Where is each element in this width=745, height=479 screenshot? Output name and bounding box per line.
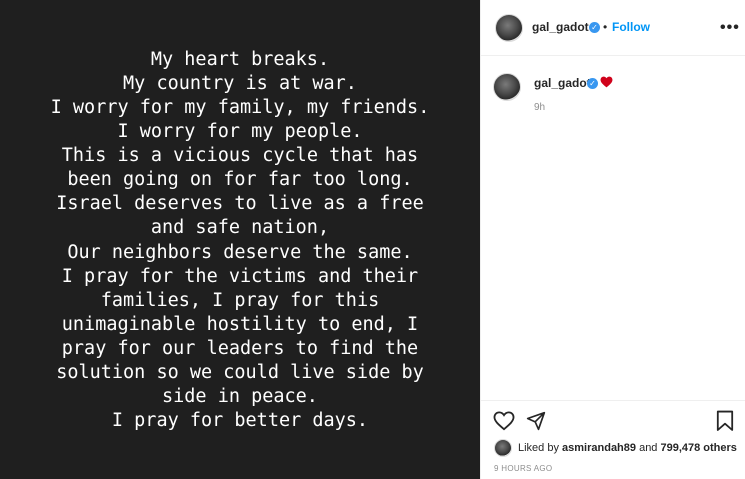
post-text-line: My country is at war. (123, 72, 357, 94)
liked-middle: and (636, 442, 661, 454)
like-icon[interactable] (493, 411, 515, 431)
post-image: My heart breaks. My country is at war. I w… (0, 0, 480, 479)
follow-button[interactable]: Follow (612, 20, 650, 34)
more-icon[interactable]: ••• (720, 19, 740, 37)
caption-username[interactable]: gal_gadot (534, 76, 591, 90)
red-heart-icon (600, 76, 613, 88)
post-text-line: This is a vicious cycle that has (61, 145, 419, 167)
header-separator: • (603, 20, 608, 34)
post-text-line: pray for our leaders to find the (61, 337, 419, 359)
side-panel: gal_gadot ✓ • Follow ••• gal_gadot ✓ 9h … (480, 0, 745, 479)
post-text-line: My heart breaks. (150, 48, 330, 70)
post-text-line: I worry for my people. (117, 121, 363, 143)
post-header: gal_gadot ✓ • Follow ••• (481, 0, 745, 56)
post-text-line: I worry for my family, my friends. (50, 96, 430, 118)
post-text-line: Israel deserves to live as a free (56, 193, 424, 215)
verified-badge-icon: ✓ (589, 22, 600, 33)
action-bar: Liked by asmirandah89 and 799,478 others… (481, 400, 745, 479)
share-icon[interactable] (526, 411, 546, 431)
caption-avatar[interactable] (493, 73, 521, 101)
post-text-line: Our neighbors deserve the same. (67, 241, 413, 263)
likes-count-link[interactable]: 799,478 others (660, 442, 736, 454)
post-text-line: unimaginable hostility to end, I (61, 313, 419, 335)
liked-by-user-link[interactable]: asmirandah89 (562, 442, 636, 454)
header-username[interactable]: gal_gadot (532, 20, 589, 34)
post-text-line: I pray for the victims and their (61, 265, 419, 287)
verified-badge-icon: ✓ (587, 78, 598, 89)
post-text-line: been going on for far too long. (67, 169, 413, 191)
save-icon[interactable] (716, 410, 734, 432)
liked-by-text: Liked by asmirandah89 and 799,478 others (518, 442, 737, 454)
post-text-line: and safe nation, (150, 217, 330, 239)
more-label: ••• (720, 19, 740, 36)
caption-time: 9h (534, 102, 546, 113)
post-text-line: families, I pray for this (100, 289, 380, 311)
post-text-line: solution so we could live side by (56, 361, 424, 383)
liked-prefix: Liked by (518, 442, 563, 454)
header-avatar[interactable] (495, 14, 523, 42)
post-text: My heart breaks. My country is at war. I w… (51, 48, 430, 434)
liked-by-avatar[interactable] (494, 439, 512, 457)
post-text-line: I pray for better days. (111, 410, 369, 432)
post-text-line: side in peace. (162, 386, 318, 408)
post-timestamp[interactable]: 9 HOURS AGO (494, 464, 552, 473)
